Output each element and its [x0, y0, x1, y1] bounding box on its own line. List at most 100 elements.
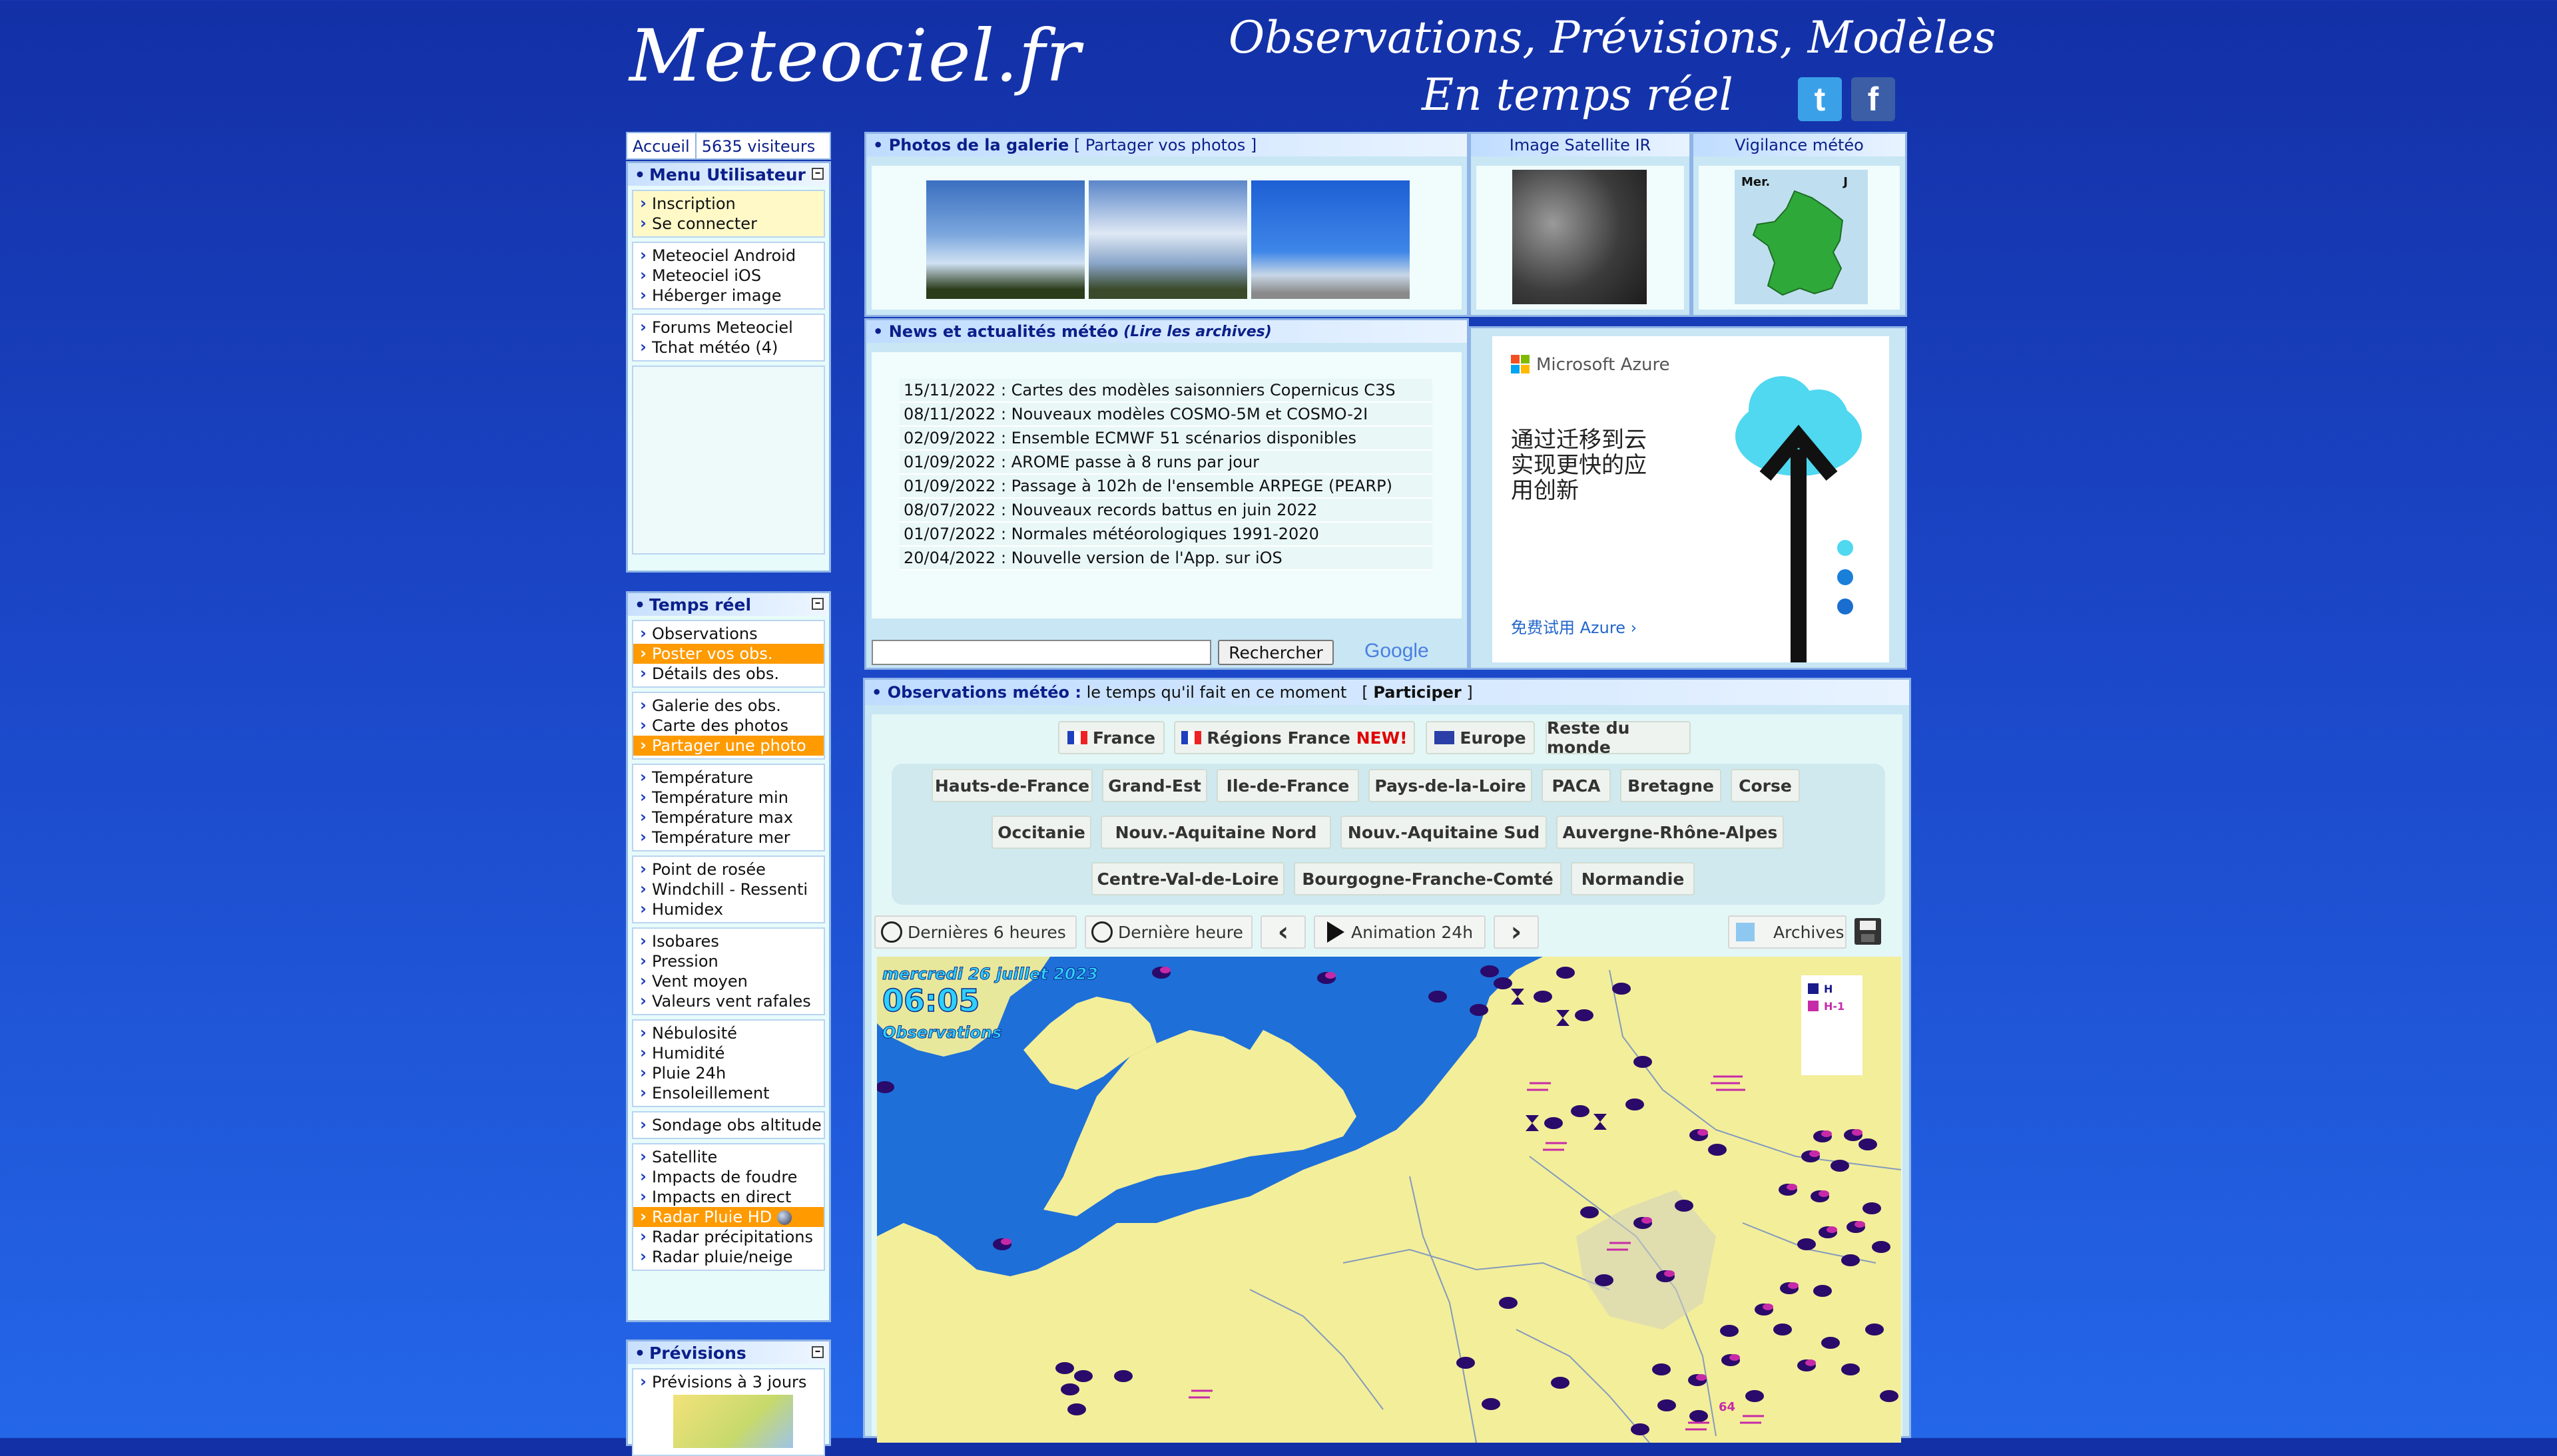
menu-item-inscription[interactable]: Inscription — [633, 193, 824, 214]
menu-item-photo-map[interactable]: Carte des photos — [633, 715, 824, 736]
menu-item-forums[interactable]: Forums Meteociel — [633, 317, 824, 338]
menu-item-share-photo[interactable]: Partager une photo — [633, 735, 824, 756]
archives-button[interactable]: Archives — [1728, 915, 1847, 949]
menu-item-temperature[interactable]: Température — [633, 767, 824, 788]
twitter-icon[interactable]: t — [1798, 77, 1842, 121]
menu-item-host-image[interactable]: Héberger image — [633, 285, 824, 306]
search-input[interactable] — [872, 640, 1211, 665]
menu-item-lightning[interactable]: Impacts de foudre — [633, 1166, 824, 1187]
menu-item-radar-precip[interactable]: Radar précipitations — [633, 1226, 824, 1247]
menu-item-satellite[interactable]: Satellite — [633, 1146, 824, 1167]
clock-icon — [1091, 921, 1113, 943]
menu-item-gusts[interactable]: Valeurs vent rafales — [633, 991, 824, 1011]
gallery-photo-3[interactable] — [1251, 180, 1410, 299]
satellite-image[interactable] — [1512, 170, 1647, 304]
news-item[interactable]: 08/07/2022 : Nouveaux records battus en … — [900, 499, 1432, 523]
share-photos-link[interactable]: [ Partager vos photos ] — [1074, 136, 1257, 154]
observation-map[interactable]: H H-1 mercredi 26 juillet 2023 06:05 Obs… — [877, 957, 1901, 1443]
menu-item-chat[interactable]: Tchat météo (4) — [633, 337, 824, 358]
gallery-photo-1[interactable] — [926, 180, 1085, 299]
menu-item-lightning-live[interactable]: Impacts en direct — [633, 1186, 824, 1207]
animation-24h-button[interactable]: Animation 24h — [1314, 915, 1486, 949]
menu-item-windchill[interactable]: Windchill - Ressenti — [633, 879, 824, 899]
region-pays-de-la-loire[interactable]: Pays-de-la-Loire — [1368, 769, 1532, 802]
vigilance-map[interactable]: Mer. J — [1735, 170, 1868, 304]
menu-item-temp-max[interactable]: Température max — [633, 807, 824, 828]
news-item[interactable]: 20/04/2022 : Nouvelle version de l'App. … — [900, 547, 1432, 571]
news-item[interactable]: 01/07/2022 : Normales météorologiques 19… — [900, 523, 1432, 547]
gallery-title[interactable]: • Photos de la galerie — [873, 136, 1069, 154]
ad-text-3: 用创新 — [1511, 477, 1579, 504]
collapse-icon[interactable]: – — [812, 597, 824, 610]
tab-regions-france[interactable]: Régions France NEW! — [1174, 721, 1415, 754]
region-corse[interactable]: Corse — [1731, 769, 1800, 802]
save-icon[interactable] — [1854, 918, 1881, 945]
menu-item-pressure[interactable]: Pression — [633, 951, 824, 971]
user-menu-title[interactable]: • Menu Utilisateur – — [628, 163, 829, 186]
news-item[interactable]: 02/09/2022 : Ensemble ECMWF 51 scénarios… — [900, 427, 1432, 451]
tab-europe[interactable]: Europe — [1426, 721, 1535, 754]
search-button[interactable]: Rechercher — [1218, 640, 1334, 665]
menu-item-temp-sea[interactable]: Température mer — [633, 827, 824, 848]
ad-cta[interactable]: 免费试用 Azure › — [1511, 614, 1637, 638]
vigilance-title[interactable]: Vigilance météo — [1693, 134, 1905, 156]
last-6-hours-button[interactable]: Dernières 6 heures — [874, 915, 1077, 949]
news-archives-link[interactable]: (Lire les archives) — [1123, 324, 1272, 340]
menu-item-sunshine[interactable]: Ensoleillement — [633, 1083, 824, 1103]
tab-france[interactable]: France — [1058, 721, 1165, 754]
region-nouv-aquitaine-nord[interactable]: Nouv.-Aquitaine Nord — [1101, 816, 1331, 849]
azure-ad[interactable]: Microsoft Azure 通过迁移到云 实现更快的应 用创新 免费试用 A… — [1492, 336, 1889, 662]
collapse-icon[interactable]: – — [812, 167, 824, 180]
forecast-title[interactable]: • Prévisions – — [628, 1341, 829, 1364]
forecast-thumbnail[interactable] — [673, 1395, 793, 1448]
realtime-title[interactable]: • Temps réel – — [628, 593, 829, 616]
facebook-icon[interactable]: f — [1851, 77, 1895, 121]
news-item[interactable]: 15/11/2022 : Cartes des modèles saisonni… — [900, 379, 1432, 403]
next-arrow-icon[interactable]: › — [1494, 915, 1539, 949]
satellite-title[interactable]: Image Satellite IR — [1471, 134, 1689, 156]
menu-item-humidex[interactable]: Humidex — [633, 899, 824, 919]
menu-item-temp-min[interactable]: Température min — [633, 787, 824, 808]
menu-item-sounding[interactable]: Sondage obs altitude — [633, 1114, 824, 1135]
menu-item-dewpoint[interactable]: Point de rosée — [633, 859, 824, 879]
region-paca[interactable]: PACA — [1542, 769, 1611, 802]
region-grand-est[interactable]: Grand-Est — [1102, 769, 1207, 802]
region-occitanie[interactable]: Occitanie — [992, 816, 1091, 849]
menu-item-obs-details[interactable]: Détails des obs. — [633, 663, 824, 684]
region-nouv-aquitaine-sud[interactable]: Nouv.-Aquitaine Sud — [1340, 816, 1547, 849]
menu-item-forecast-3days[interactable]: Prévisions à 3 jours — [633, 1371, 824, 1392]
region-centre-val-de-loire[interactable]: Centre-Val-de-Loire — [1091, 862, 1284, 895]
news-title[interactable]: News et actualités météo — [889, 322, 1119, 341]
menu-item-wind[interactable]: Vent moyen — [633, 971, 824, 991]
region-hauts-de-france[interactable]: Hauts-de-France — [932, 769, 1093, 802]
menu-item-login[interactable]: Se connecter — [633, 213, 824, 234]
menu-item-cloudiness[interactable]: Nébulosité — [633, 1023, 824, 1043]
menu-item-radar-snow[interactable]: Radar pluie/neige — [633, 1246, 824, 1267]
news-item[interactable]: 08/11/2022 : Nouveaux modèles COSMO-5M e… — [900, 403, 1432, 427]
news-item[interactable]: 01/09/2022 : Passage à 102h de l'ensembl… — [900, 475, 1432, 499]
menu-item-obs-gallery[interactable]: Galerie des obs. — [633, 695, 824, 716]
region-bretagne[interactable]: Bretagne — [1620, 769, 1721, 802]
gallery-photo-2[interactable] — [1089, 180, 1247, 299]
menu-item-rain24[interactable]: Pluie 24h — [633, 1063, 824, 1083]
menu-item-observations[interactable]: Observations — [633, 623, 824, 644]
region-bourgogne-franche-comte[interactable]: Bourgogne-Franche-Comté — [1294, 862, 1562, 895]
tab-rest-of-world[interactable]: Reste du monde — [1546, 718, 1691, 757]
site-logo[interactable]: Meteociel.fr — [629, 15, 1081, 98]
previous-arrow-icon[interactable]: ‹ — [1261, 915, 1306, 949]
menu-item-ios[interactable]: Meteociel iOS — [633, 265, 824, 286]
menu-item-humidity[interactable]: Humidité — [633, 1043, 824, 1063]
menu-item-radar-hd[interactable]: Radar Pluie HD — [633, 1206, 824, 1227]
news-item[interactable]: 01/09/2022 : AROME passe à 8 runs par jo… — [900, 451, 1432, 475]
menu-item-post-obs[interactable]: Poster vos obs. — [633, 643, 824, 664]
legend-h: H — [1824, 983, 1833, 995]
menu-item-android[interactable]: Meteociel Android — [633, 245, 824, 266]
menu-item-isobars[interactable]: Isobares — [633, 931, 824, 951]
region-ile-de-france[interactable]: Ile-de-France — [1217, 769, 1359, 802]
region-normandie[interactable]: Normandie — [1571, 862, 1695, 895]
region-auvergne-rhone-alpes[interactable]: Auvergne-Rhône-Alpes — [1556, 816, 1784, 849]
home-link[interactable]: Accueil — [627, 133, 697, 158]
last-hour-button[interactable]: Dernière heure — [1085, 915, 1253, 949]
collapse-icon[interactable]: – — [812, 1345, 824, 1358]
participate-link[interactable]: Participer — [1373, 683, 1461, 702]
